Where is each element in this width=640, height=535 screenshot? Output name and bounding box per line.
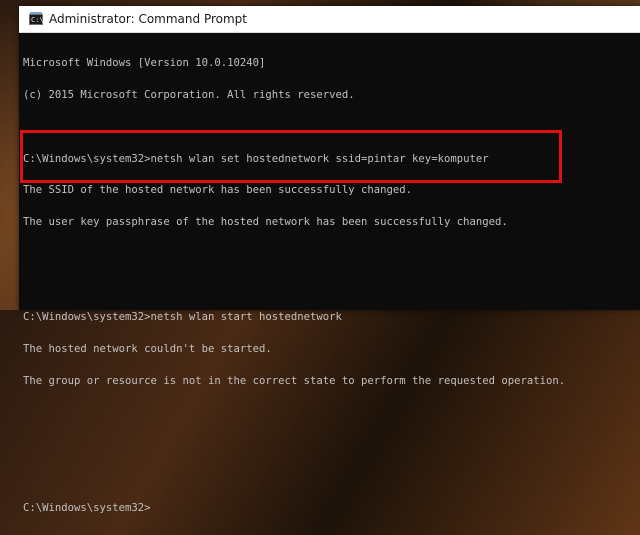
- console-output[interactable]: Microsoft Windows [Version 10.0.10240] (…: [19, 33, 640, 535]
- console-line: Microsoft Windows [Version 10.0.10240]: [23, 57, 266, 70]
- command-prompt-window[interactable]: C:\ Administrator: Command Prompt Micros…: [19, 6, 640, 513]
- console-line: The user key passphrase of the hosted ne…: [23, 216, 508, 229]
- console-prompt-line[interactable]: C:\Windows\system32>: [23, 503, 640, 514]
- cmd-app-icon[interactable]: C:\: [29, 11, 44, 25]
- console-line: The group or resource is not in the corr…: [23, 375, 566, 387]
- error-highlight-box: [20, 130, 562, 183]
- console-line: The SSID of the hosted network has been …: [23, 184, 413, 197]
- window-title: Administrator: Command Prompt: [49, 12, 247, 26]
- console-line: C:\Windows\system32>netsh wlan start hos…: [23, 311, 342, 324]
- console-line: (c) 2015 Microsoft Corporation. All righ…: [23, 88, 355, 101]
- title-bar[interactable]: C:\ Administrator: Command Prompt: [19, 6, 640, 33]
- console-line: The hosted network couldn't be started.: [23, 343, 272, 356]
